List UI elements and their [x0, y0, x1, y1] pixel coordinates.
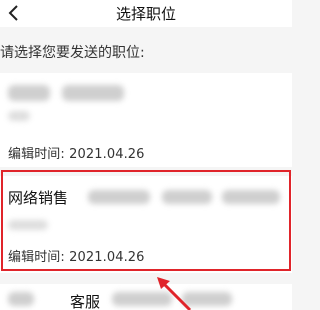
edit-time: 编辑时间: 2021.04.26: [8, 147, 145, 162]
blurred-position-detail: [162, 190, 212, 204]
top-bar: 选择职位: [0, 0, 292, 27]
position-name: 客服: [70, 293, 101, 310]
blurred-position-name: [62, 85, 124, 101]
blurred-position-detail: [222, 190, 280, 204]
position-card[interactable]: 编辑时间: 2021.04.26: [0, 73, 292, 167]
blurred-position-name: [8, 292, 34, 306]
blurred-position-detail: [88, 190, 150, 204]
position-card[interactable]: 客服: [0, 284, 292, 310]
blurred-position-detail: [8, 220, 48, 230]
red-arrow-icon: [157, 277, 192, 310]
select-prompt: 请选择您要发送的职位:: [0, 45, 145, 61]
page-title: 选择职位: [115, 5, 176, 23]
position-card-selected[interactable]: 网络销售 编辑时间: 2021.04.26: [0, 176, 292, 273]
blurred-position-name: [8, 85, 50, 101]
edit-time: 编辑时间: 2021.04.26: [8, 250, 145, 265]
position-name: 网络销售: [8, 189, 69, 207]
blurred-position-detail: [8, 111, 30, 121]
